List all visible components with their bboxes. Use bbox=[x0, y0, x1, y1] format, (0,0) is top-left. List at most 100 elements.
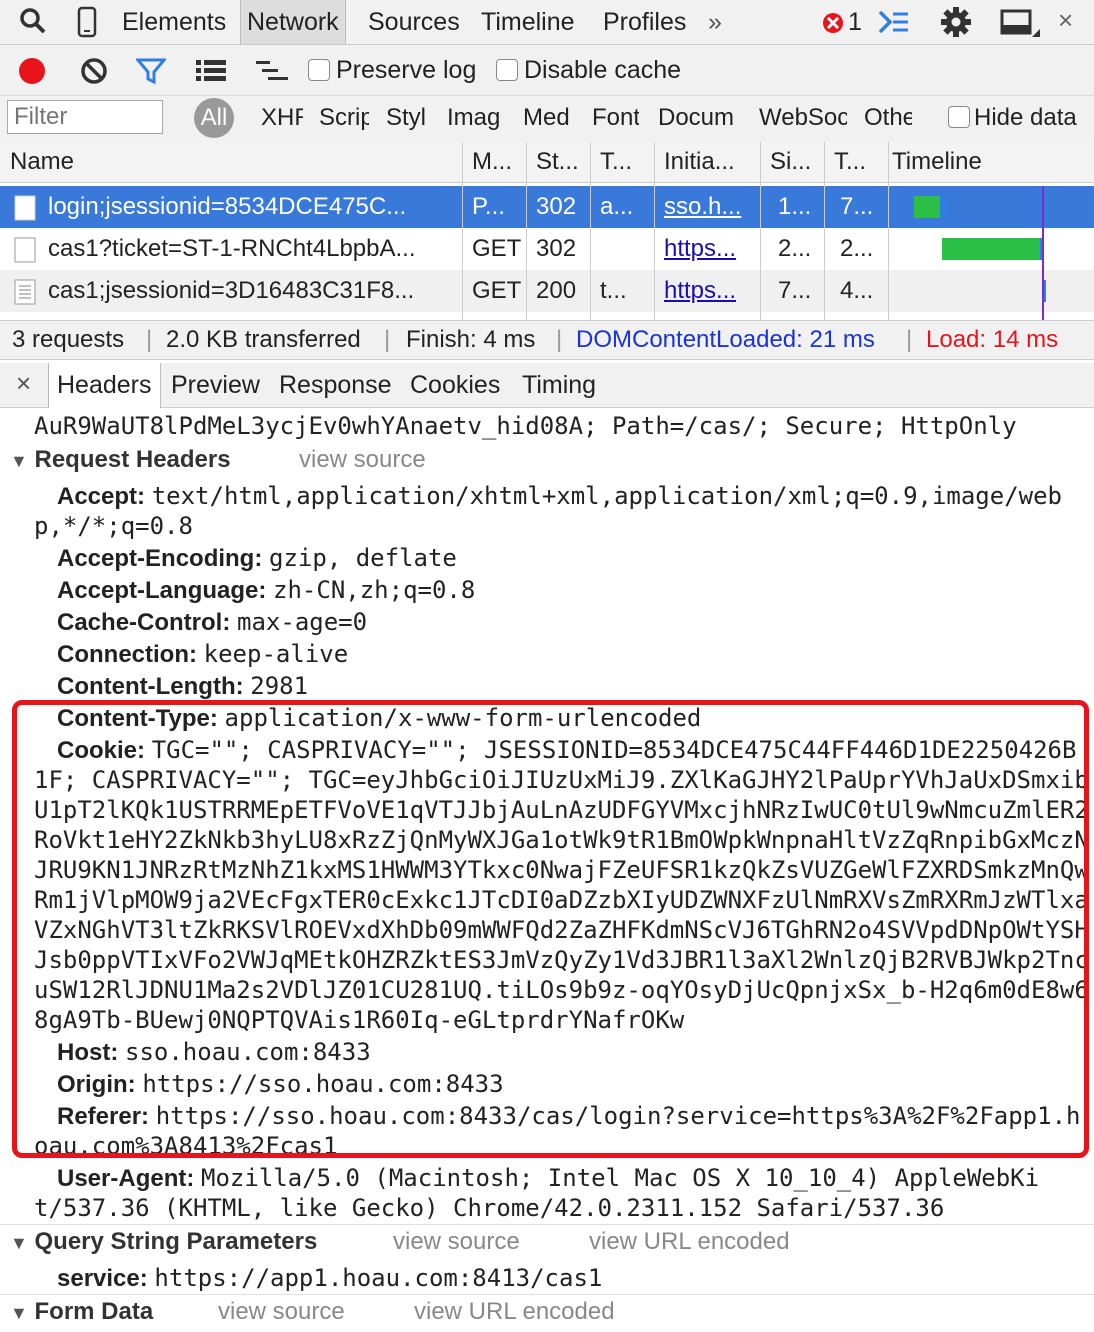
hide-data-label[interactable]: Hide data bbox=[974, 96, 1077, 140]
cell-status: 302 bbox=[536, 193, 577, 220]
document-icon bbox=[14, 195, 36, 228]
filter-type-other[interactable]: Othe bbox=[864, 96, 912, 140]
dock-side-icon[interactable] bbox=[1000, 9, 1040, 46]
cell-size: 2... bbox=[778, 235, 812, 262]
col-header-type[interactable]: T... bbox=[600, 142, 632, 182]
tab-timing[interactable]: Timing bbox=[522, 363, 596, 407]
response-header-cont: AuR9WaUT8lPdMeL3ycjEv0whYAnaetv_hid08A; … bbox=[34, 412, 1017, 440]
column-divider[interactable] bbox=[590, 142, 591, 320]
cell-type bbox=[600, 228, 654, 270]
cell-method: GET bbox=[472, 277, 522, 304]
tab-sources[interactable]: Sources bbox=[368, 0, 460, 44]
cell-time: 7... bbox=[840, 193, 874, 220]
filter-type-all[interactable]: All bbox=[194, 98, 234, 138]
summary-separator: | bbox=[146, 326, 153, 353]
filter-type-fonts[interactable]: Font bbox=[592, 96, 639, 140]
cell-time: 4... bbox=[840, 277, 874, 304]
gear-icon[interactable] bbox=[940, 6, 972, 45]
cell-size: 7... bbox=[778, 277, 812, 304]
filter-icon[interactable] bbox=[134, 57, 168, 92]
cell-status: 302 bbox=[536, 235, 577, 262]
cell-initiator[interactable]: https... bbox=[664, 270, 758, 312]
error-icon[interactable] bbox=[822, 12, 844, 41]
summary-load: Load: 14 ms bbox=[926, 326, 1059, 353]
col-header-initiator[interactable]: Initia... bbox=[664, 142, 735, 182]
table-row[interactable]: cas1;jsessionid=3D16483C31F8... GET 200 … bbox=[0, 270, 1094, 312]
close-detail-icon[interactable]: × bbox=[16, 363, 31, 403]
more-tabs-chevron-icon[interactable]: » bbox=[708, 0, 722, 44]
preserve-log-label[interactable]: Preserve log bbox=[336, 45, 476, 95]
tab-cookies[interactable]: Cookies bbox=[410, 363, 500, 407]
column-divider[interactable] bbox=[462, 142, 463, 320]
request-headers-title[interactable]: ▼ Request Headers bbox=[10, 446, 231, 474]
form-data-title[interactable]: ▼ Form Data bbox=[10, 1298, 153, 1326]
cell-initiator[interactable]: sso.h... bbox=[664, 186, 758, 228]
col-header-method[interactable]: M... bbox=[472, 142, 512, 182]
filter-type-scripts[interactable]: Scrip bbox=[319, 96, 369, 140]
filter-type-websockets[interactable]: WebSoc bbox=[759, 96, 847, 140]
col-header-timeline[interactable]: Timeline bbox=[892, 142, 982, 182]
header-accept-cont: p,*/*;q=0.8 bbox=[34, 512, 193, 540]
network-controls: Preserve log Disable cache bbox=[0, 45, 1094, 96]
tab-network[interactable]: Network bbox=[240, 0, 346, 44]
cell-name[interactable]: cas1;jsessionid=3D16483C31F8... bbox=[48, 270, 458, 312]
timeline-bar bbox=[942, 238, 1042, 260]
tab-elements[interactable]: Elements bbox=[122, 0, 226, 44]
disable-cache-label[interactable]: Disable cache bbox=[524, 45, 681, 95]
record-icon[interactable] bbox=[18, 57, 46, 92]
query-string-title[interactable]: ▼ Query String Parameters bbox=[10, 1228, 317, 1256]
close-icon[interactable]: × bbox=[1058, 0, 1073, 40]
col-header-status[interactable]: St... bbox=[536, 142, 579, 182]
column-divider[interactable] bbox=[888, 142, 889, 320]
header-content-length: Content-Length: 2981 bbox=[57, 672, 309, 700]
cell-initiator[interactable]: https... bbox=[664, 228, 758, 270]
view-url-encoded-link[interactable]: view URL encoded bbox=[414, 1298, 615, 1326]
detail-tabs: × Headers Preview Response Cookies Timin… bbox=[0, 363, 1094, 408]
column-divider[interactable] bbox=[760, 142, 761, 320]
header-connection: Connection: keep-alive bbox=[57, 640, 349, 668]
device-mode-icon[interactable] bbox=[76, 6, 98, 45]
clear-icon[interactable] bbox=[80, 57, 108, 92]
cell-name[interactable]: login;jsessionid=8534DCE475C... bbox=[48, 186, 458, 228]
filter-type-xhr[interactable]: XHR bbox=[261, 96, 303, 140]
cell-name[interactable]: cas1?ticket=ST-1-RNCht4LbpbA... bbox=[48, 228, 458, 270]
view-source-link[interactable]: view source bbox=[299, 446, 426, 474]
view-url-encoded-link[interactable]: view URL encoded bbox=[589, 1228, 790, 1256]
search-icon[interactable] bbox=[18, 6, 48, 43]
header-user-agent: User-Agent: Mozilla/5.0 (Macintosh; Inte… bbox=[57, 1164, 1040, 1192]
filter-type-styles[interactable]: Styl bbox=[386, 96, 430, 140]
console-drawer-icon[interactable] bbox=[878, 10, 910, 41]
hide-data-checkbox[interactable] bbox=[948, 106, 970, 128]
view-source-link[interactable]: view source bbox=[218, 1298, 345, 1326]
cell-type: t... bbox=[600, 277, 627, 304]
filter-type-media[interactable]: Med bbox=[523, 96, 575, 140]
tab-response[interactable]: Response bbox=[279, 363, 392, 407]
summary-transferred: 2.0 KB transferred bbox=[166, 326, 361, 353]
cell-time: 2... bbox=[840, 235, 874, 262]
preserve-log-checkbox[interactable] bbox=[308, 59, 330, 81]
summary-separator: | bbox=[906, 326, 913, 353]
col-header-size[interactable]: Si... bbox=[770, 142, 811, 182]
tab-preview[interactable]: Preview bbox=[171, 363, 260, 407]
filter-input[interactable] bbox=[7, 100, 163, 134]
tab-profiles[interactable]: Profiles bbox=[603, 0, 686, 44]
column-divider[interactable] bbox=[824, 142, 825, 320]
column-divider[interactable] bbox=[526, 142, 527, 320]
tab-timeline[interactable]: Timeline bbox=[481, 0, 575, 44]
view-source-link[interactable]: view source bbox=[393, 1228, 520, 1256]
filter-type-images[interactable]: Imag bbox=[447, 96, 505, 140]
col-header-name[interactable]: Name bbox=[10, 142, 74, 182]
triangle-down-icon: ▼ bbox=[10, 451, 28, 471]
table-row[interactable]: cas1?ticket=ST-1-RNCht4LbpbA... GET 302 … bbox=[0, 228, 1094, 270]
tab-headers[interactable]: Headers bbox=[48, 363, 161, 408]
error-count[interactable]: 1 bbox=[848, 0, 862, 44]
disable-cache-checkbox[interactable] bbox=[496, 59, 518, 81]
timeline-bar bbox=[940, 196, 948, 218]
cell-size: 1... bbox=[778, 193, 812, 220]
table-row[interactable]: login;jsessionid=8534DCE475C... P... 302… bbox=[0, 186, 1094, 228]
filter-type-documents[interactable]: Docum bbox=[658, 96, 742, 140]
col-header-time[interactable]: T... bbox=[834, 142, 866, 182]
large-rows-icon[interactable] bbox=[196, 58, 226, 91]
overview-icon[interactable] bbox=[256, 59, 290, 90]
column-divider[interactable] bbox=[654, 142, 655, 320]
